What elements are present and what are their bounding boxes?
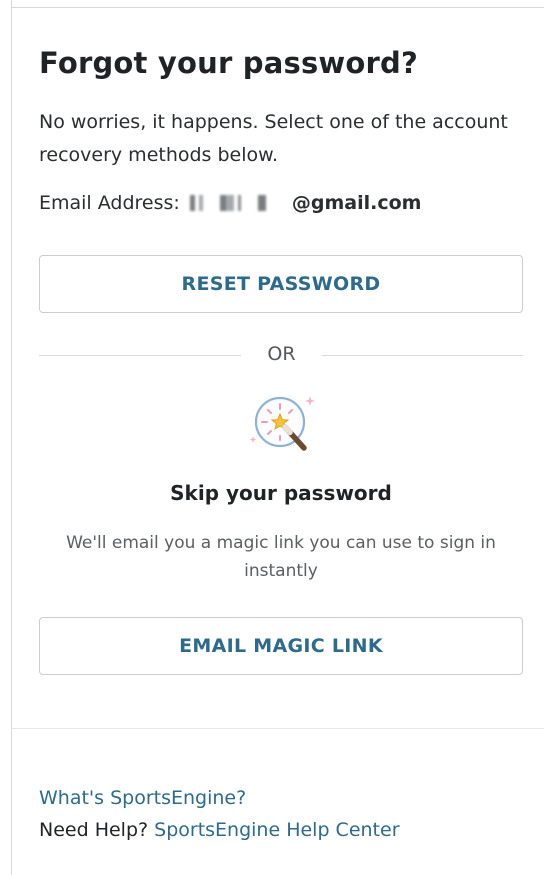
whats-sportsengine-link[interactable]: What's SportsEngine? bbox=[39, 787, 246, 809]
intro-text: No worries, it happens. Select one of th… bbox=[39, 111, 508, 166]
email-magic-link-label: EMAIL MAGIC LINK bbox=[179, 635, 383, 657]
divider-line-right bbox=[322, 355, 523, 356]
need-help-text: Need Help? bbox=[39, 819, 149, 841]
email-redacted-mask bbox=[189, 195, 294, 211]
reset-password-label: RESET PASSWORD bbox=[181, 273, 381, 295]
help-center-link[interactable]: SportsEngine Help Center bbox=[154, 819, 399, 841]
forgot-password-page: Forgot your password? No worries, it hap… bbox=[0, 0, 544, 875]
magic-link-description: We'll email you a magic link you can use… bbox=[66, 533, 496, 581]
email-address-row: Email Address: @gmail.com bbox=[39, 189, 421, 217]
page-title: Forgot your password? bbox=[39, 46, 419, 80]
frame-left-edge bbox=[11, 0, 12, 875]
magic-wand-icon bbox=[246, 392, 316, 454]
or-divider-text: OR bbox=[267, 343, 296, 365]
skip-password-title: Skip your password bbox=[170, 481, 392, 505]
divider-line-left bbox=[39, 355, 241, 356]
reset-password-button[interactable]: RESET PASSWORD bbox=[39, 255, 523, 313]
email-domain: @gmail.com bbox=[291, 192, 422, 214]
email-label: Email Address: bbox=[39, 192, 180, 214]
footer-separator bbox=[11, 728, 544, 729]
email-magic-link-button[interactable]: EMAIL MAGIC LINK bbox=[39, 617, 523, 675]
frame-top-edge bbox=[11, 7, 544, 8]
need-help-row: Need Help? SportsEngine Help Center bbox=[39, 819, 400, 841]
